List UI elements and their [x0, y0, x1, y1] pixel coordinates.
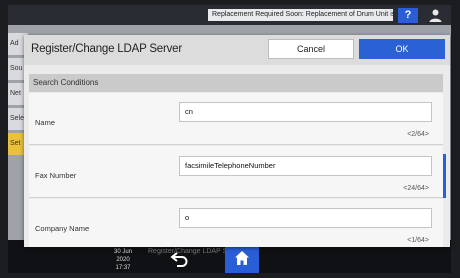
dialog-scrollbar[interactable]: [443, 154, 446, 198]
field-row-company-name[interactable]: Company Name o <1/64>: [29, 199, 443, 247]
char-counter: <24/64>: [403, 185, 429, 192]
field-label: Fax Number: [35, 171, 77, 180]
field-label: Company Name: [35, 224, 90, 233]
fax-number-input[interactable]: facsimileTelephoneNumber: [179, 156, 432, 176]
status-notice[interactable]: Replacement Required Soon: Replacement o…: [208, 9, 393, 21]
top-status-bar: Replacement Required Soon: Replacement o…: [8, 5, 451, 25]
date-time: 30 Jun 2020 17:37: [108, 248, 138, 272]
field-row-name[interactable]: Name cn <2/64>: [29, 93, 443, 145]
ok-button[interactable]: OK: [359, 39, 445, 59]
home-icon: [235, 251, 249, 265]
back-arrow-icon[interactable]: [170, 251, 190, 267]
cancel-button[interactable]: Cancel: [268, 39, 354, 59]
dialog-header: Register/Change LDAP Server Cancel OK: [24, 35, 450, 65]
char-counter: <2/64>: [407, 131, 429, 138]
home-button[interactable]: [225, 243, 259, 273]
user-icon[interactable]: [428, 8, 443, 23]
char-counter: <1/64>: [407, 237, 429, 244]
company-name-input[interactable]: o: [179, 208, 432, 228]
ldap-server-dialog: Register/Change LDAP Server Cancel OK Se…: [24, 35, 450, 247]
date-text: 30 Jun 2020: [113, 249, 132, 263]
help-button[interactable]: ?: [398, 8, 418, 23]
time-text: 17:37: [115, 265, 131, 271]
section-header-search-conditions: Search Conditions: [29, 74, 443, 92]
field-row-fax-number[interactable]: Fax Number facsimileTelephoneNumber <24/…: [29, 146, 443, 198]
name-input[interactable]: cn: [179, 102, 432, 122]
dialog-title: Register/Change LDAP Server: [31, 43, 182, 55]
field-label: Name: [35, 118, 56, 127]
